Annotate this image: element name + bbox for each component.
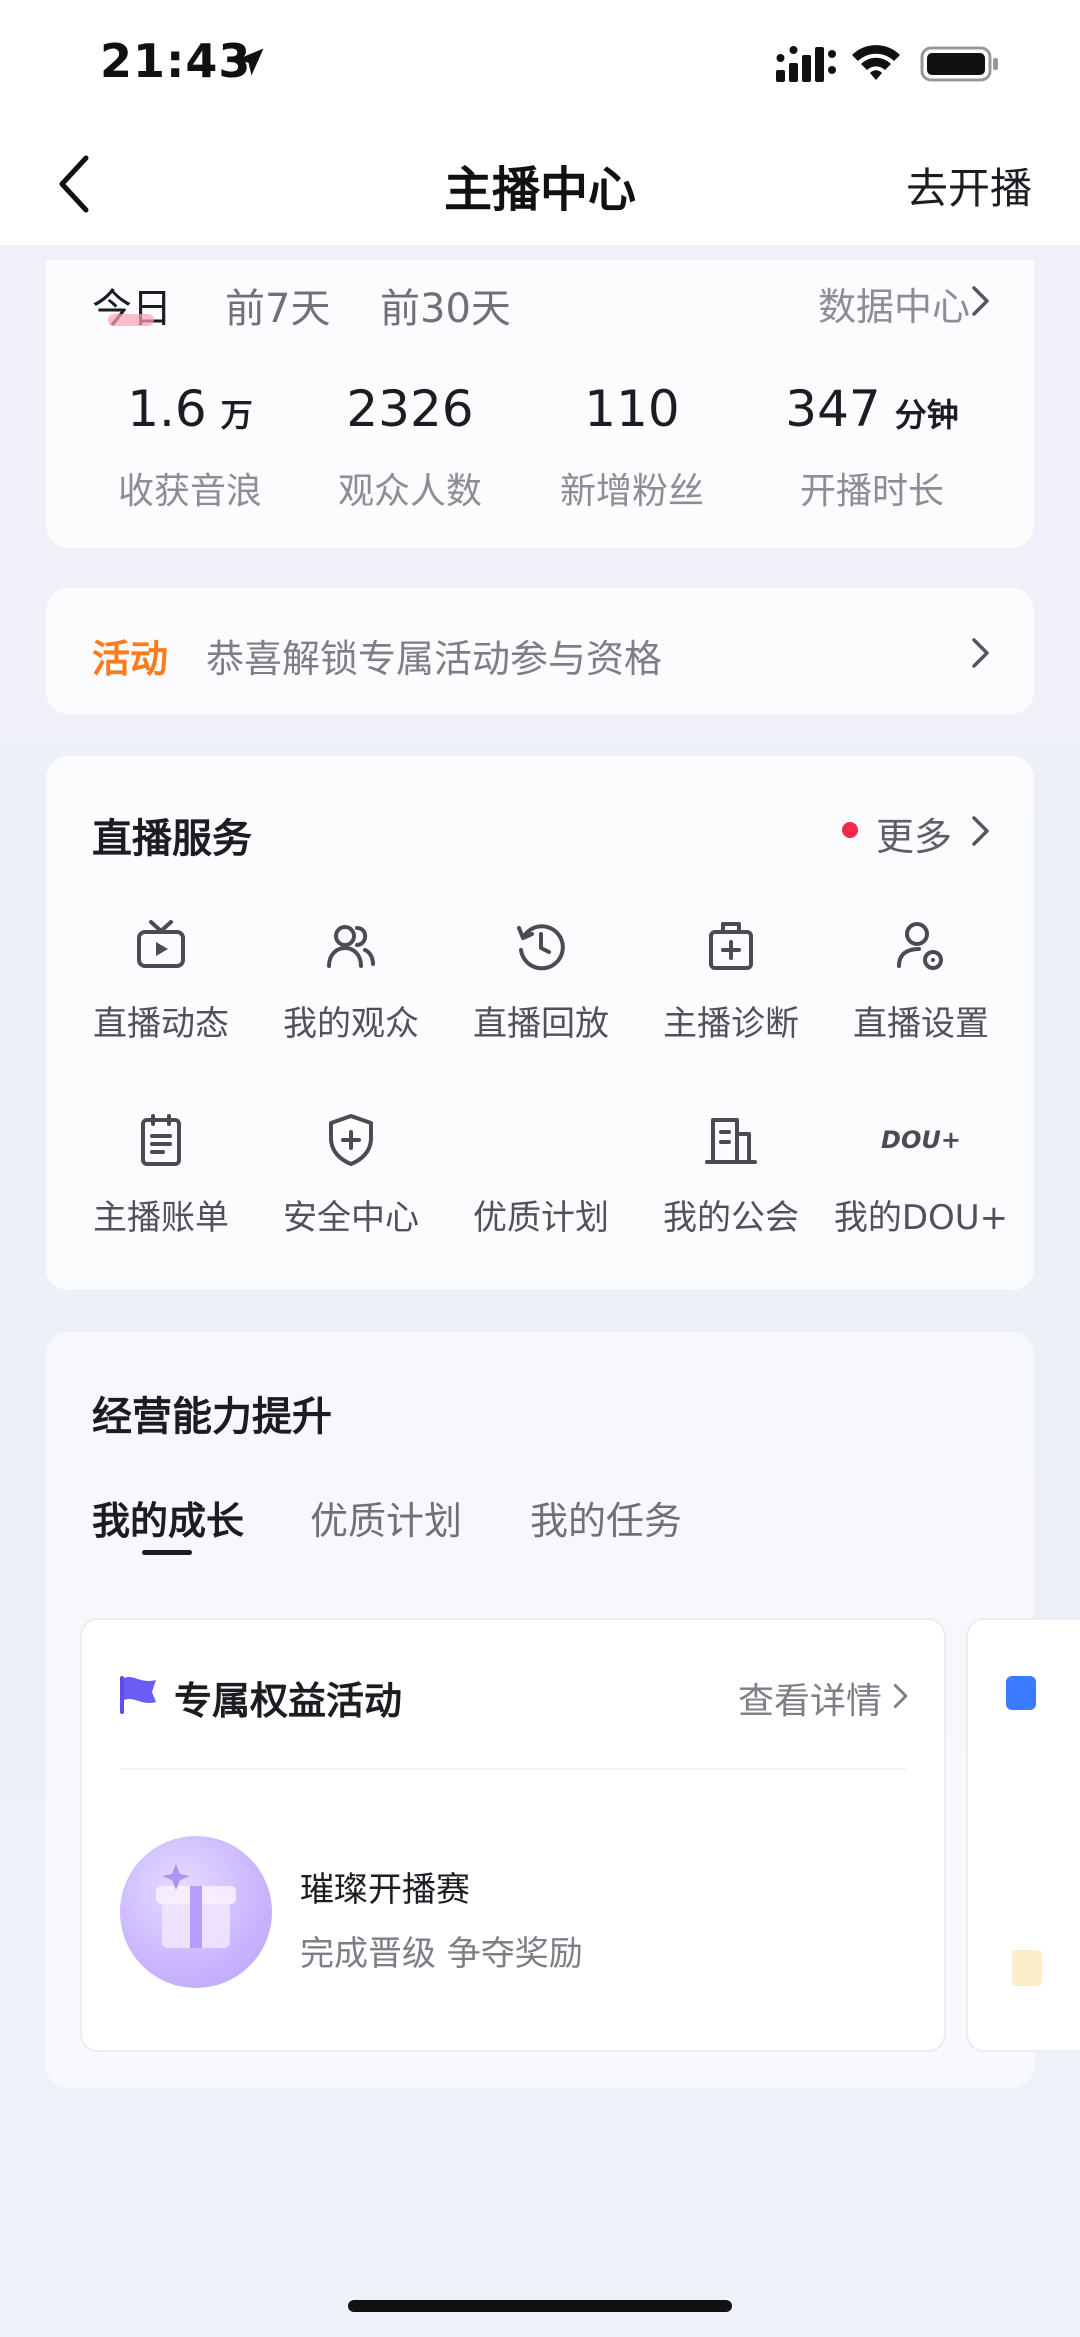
user-settings-icon [897,922,943,970]
activity-text: 恭喜解锁专属活动参与资格 [206,637,663,681]
service-my-audience[interactable]: 我的观众 [256,918,446,1045]
cellular-signal-icon [776,46,836,82]
clipboard-icon [141,1114,181,1166]
service-quality-plan[interactable]: 优质计划 [446,1112,636,1239]
chevron-right-icon [972,638,989,668]
tab-7-days[interactable]: 前7天 [225,276,330,334]
tab-today-indicator [108,314,154,326]
tab-quality-plan[interactable]: 优质计划 [310,1490,462,1545]
chevron-right-icon [893,1683,908,1709]
history-icon [517,924,565,971]
users-icon [327,925,375,968]
stat-gift-label: 收获音浪 [117,471,262,512]
battery-icon [920,46,998,82]
service-diagnosis[interactable]: 主播诊断 [636,918,826,1045]
go-live-button[interactable]: 去开播 [906,155,1032,216]
service-bill[interactable]: 主播账单 [66,1112,256,1239]
shield-plus-icon [329,1114,373,1166]
chevron-right-icon [972,286,989,316]
growth-title: 经营能力提升 [92,1394,332,1440]
race-title: 璀璨开播赛 [300,1870,470,1910]
tab-30-days[interactable]: 前30天 [380,276,511,334]
wifi-icon [852,45,900,80]
more-link[interactable]: 更多 [876,806,952,861]
service-replay[interactable]: 直播回放 [446,918,636,1045]
stat-viewers-label: 观众人数 [337,471,482,512]
medical-kit-icon [709,922,753,970]
status-time: 21:43 [100,34,252,88]
view-details-link[interactable]: 查看详情 [738,1672,882,1724]
quality-plan-icon-placeholder [513,1112,569,1168]
stat-duration-label: 开播时长 [799,471,944,512]
divider [120,1768,906,1770]
flag-icon [120,1676,156,1714]
tab-my-growth[interactable]: 我的成长 [92,1490,244,1545]
stat-duration-value: 347 分钟 [785,380,959,438]
stat-viewers-value: 2326 [346,380,474,438]
stat-followers-value: 110 [584,380,680,438]
service-live-feed[interactable]: 直播动态 [66,918,256,1045]
data-center-link[interactable]: 数据中心 [818,276,970,331]
live-services-title: 直播服务 [92,816,252,862]
play-tile-icon [1006,1676,1036,1710]
benefits-title: 专属权益活动 [174,1679,403,1723]
building-icon [705,1118,757,1164]
service-security[interactable]: 安全中心 [256,1112,446,1239]
service-dou-plus[interactable]: DOU+ 我的DOU+ [826,1112,1016,1239]
dou-icon: DOU+ [881,1126,961,1154]
activity-tag: 活动 [92,637,169,681]
stat-gift-value: 1.6 万 [127,380,253,438]
tab-active-indicator [142,1550,192,1555]
location-arrow-icon [236,48,264,76]
gift-icon [120,1836,272,1988]
stat-followers-label: 新增粉丝 [559,471,704,512]
notification-dot [842,822,858,838]
home-indicator [348,2300,732,2312]
service-settings[interactable]: 直播设置 [826,918,1016,1045]
service-guild[interactable]: 我的公会 [636,1112,826,1239]
chevron-right-icon [972,816,989,846]
tab-my-tasks[interactable]: 我的任务 [530,1490,682,1545]
tv-play-icon [137,920,185,968]
race-subtitle: 完成晋级 争夺奖励 [300,1934,583,1974]
peek-decoration [1012,1950,1042,1986]
